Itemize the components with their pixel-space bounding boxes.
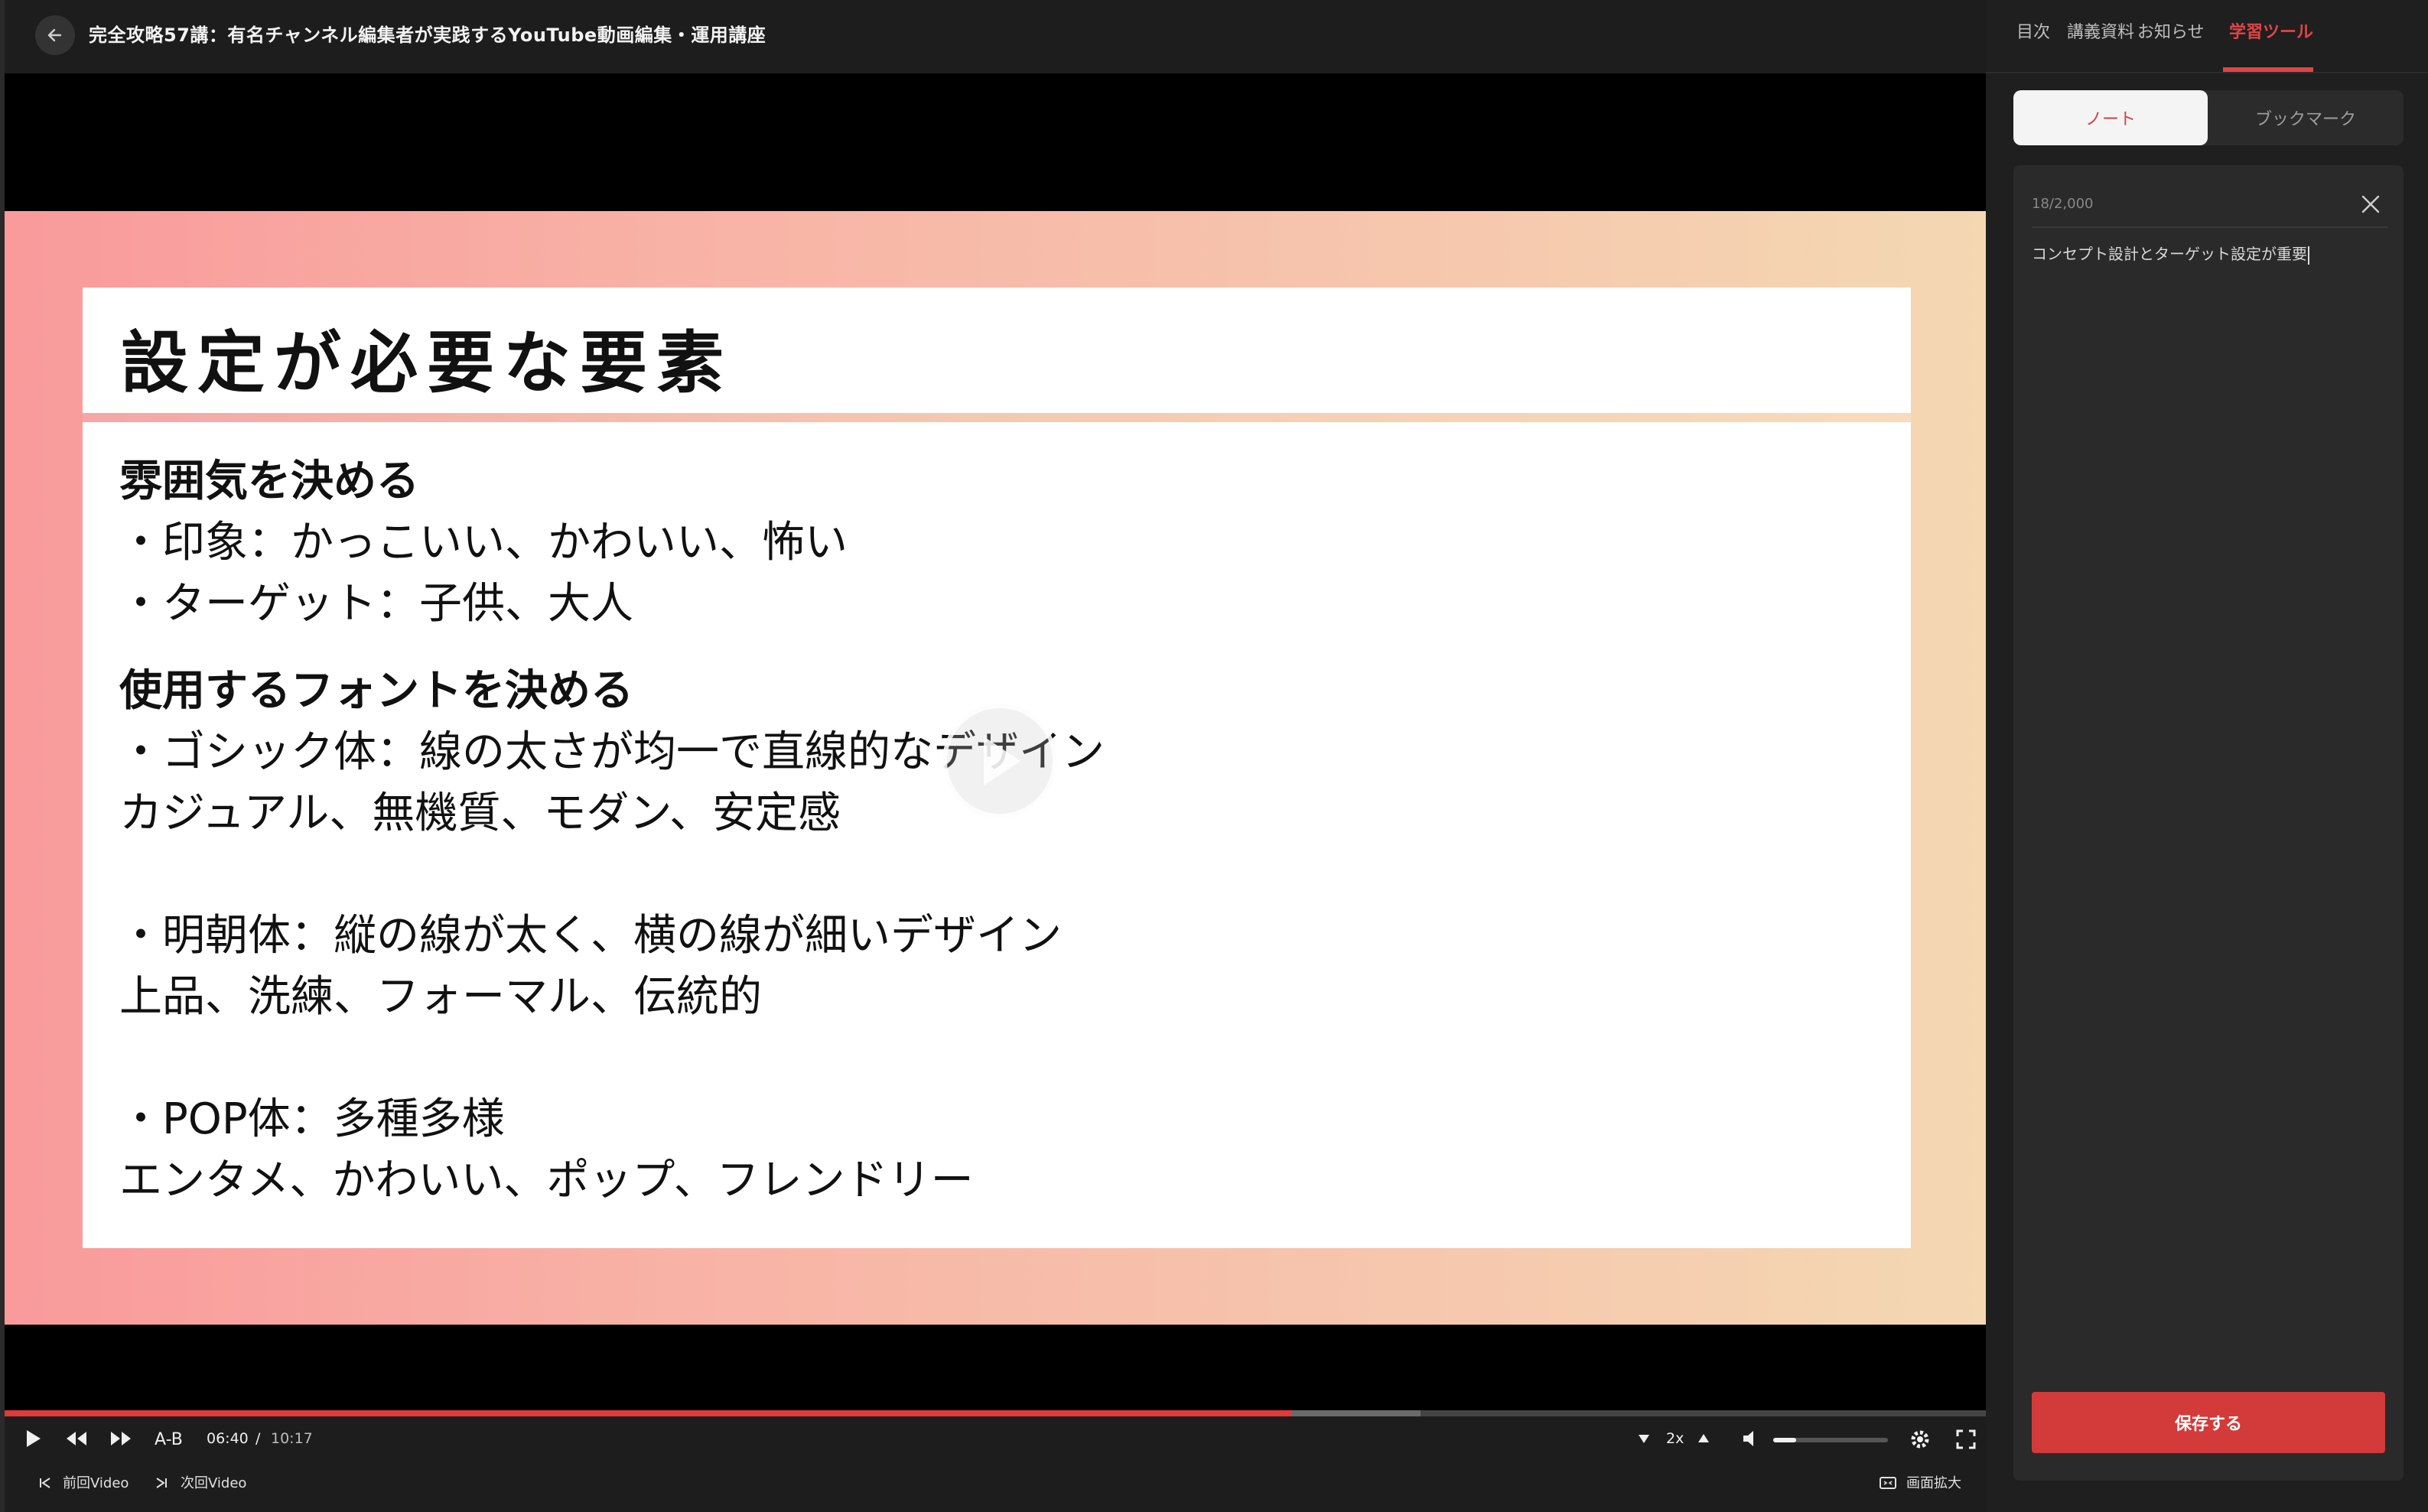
text-caret: [2308, 245, 2309, 265]
sidebar-tabs: 目次 講義資料 お知らせ 学習ツール: [1986, 0, 2428, 73]
duration: 10:17: [271, 1430, 313, 1447]
slide-line: ・POP体：多種多様: [119, 1094, 505, 1144]
play-icon: [984, 736, 1020, 785]
play-icon[interactable]: [21, 1427, 44, 1450]
previous-video-button[interactable]: 前回Video: [63, 1472, 129, 1492]
play-overlay-button[interactable]: [942, 704, 1057, 818]
volume-level: [1773, 1438, 1796, 1442]
top-bar: 完全攻略57講：有名チャンネル編集者が実践するYouTube動画編集・運用講座: [5, 0, 1990, 73]
expand-screen-button[interactable]: 画面拡大: [1906, 1472, 1961, 1492]
main-area: 完全攻略57講：有名チャンネル編集者が実践するYouTube動画編集・運用講座 …: [0, 0, 1990, 1512]
expand-screen-icon: [1880, 1477, 1896, 1489]
playback-speed: 2x: [1666, 1430, 1684, 1447]
note-textarea[interactable]: コンセプト設計とターゲット設定が重要: [2032, 242, 2309, 265]
slide-divider: [83, 413, 1911, 422]
slide-line: ・ターゲット：子供、大人: [119, 579, 633, 629]
speed-up-icon[interactable]: [1697, 1432, 1710, 1445]
slide-body: 雰囲気を決める ・印象：かっこいい、かわいい、怖い ・ターゲット：子供、大人 使…: [83, 422, 1911, 1248]
note-text: コンセプト設計とターゲット設定が重要: [2032, 245, 2307, 263]
arrow-left-icon: [47, 28, 62, 42]
section-heading: 雰囲気を決める: [119, 457, 419, 506]
close-icon[interactable]: [2359, 193, 2382, 216]
rewind-icon[interactable]: [64, 1430, 89, 1447]
previous-icon: [40, 1478, 50, 1488]
video-player[interactable]: 設定が必要な要素 雰囲気を決める ・印象：かっこいい、かわいい、怖い ・ターゲッ…: [5, 73, 1990, 1413]
note-char-count: 18/2,000: [2032, 196, 2094, 212]
fullscreen-icon[interactable]: [1955, 1429, 1977, 1450]
active-tab-indicator: [2223, 67, 2313, 72]
tab-materials[interactable]: 講義資料: [2067, 18, 2134, 43]
back-button[interactable]: [35, 15, 75, 55]
time-separator: /: [255, 1430, 261, 1447]
note-segment-button[interactable]: ノート: [2013, 90, 2208, 145]
section-heading: 使用するフォントを決める: [119, 666, 633, 716]
played-bar: [5, 1410, 1292, 1416]
slide-line: ・明朝体：縦の線が太く、横の線が細いデザイン: [119, 911, 1062, 961]
slide-text: 雰囲気を決める ・印象：かっこいい、かわいい、怖い ・ターゲット：子供、大人 使…: [119, 451, 1105, 1211]
slide-line: ・印象：かっこいい、かわいい、怖い: [119, 518, 848, 567]
slide-line: エンタメ、かわいい、ポップ、フレンドリー: [119, 1156, 974, 1205]
speed-down-icon[interactable]: [1637, 1432, 1651, 1445]
slide-header: 設定が必要な要素: [83, 288, 1911, 413]
fast-forward-icon[interactable]: [109, 1430, 133, 1447]
note-panel: [2013, 165, 2404, 1481]
progress-bar[interactable]: [5, 1410, 1990, 1416]
tab-learning-tools[interactable]: 学習ツール: [2229, 18, 2313, 43]
note-divider: [2032, 226, 2388, 228]
save-button[interactable]: 保存する: [2032, 1392, 2385, 1453]
next-icon: [156, 1478, 167, 1488]
tab-contents[interactable]: 目次: [2016, 18, 2050, 43]
next-video-button[interactable]: 次回Video: [181, 1472, 246, 1492]
current-time: 06:40: [207, 1430, 249, 1447]
bookmark-segment-button[interactable]: ブックマーク: [2208, 90, 2404, 145]
tab-notices[interactable]: お知らせ: [2137, 18, 2205, 43]
ab-repeat-button[interactable]: A-B: [155, 1430, 183, 1449]
volume-slider[interactable]: [1773, 1438, 1888, 1442]
slide-title: 設定が必要な要素: [121, 324, 734, 402]
volume-icon[interactable]: [1741, 1429, 1762, 1449]
slide-line: 上品、洗練、フォーマル、伝統的: [119, 972, 762, 1022]
course-title: 完全攻略57講：有名チャンネル編集者が実践するYouTube動画編集・運用講座: [89, 24, 766, 46]
gear-icon[interactable]: [1908, 1427, 1932, 1452]
